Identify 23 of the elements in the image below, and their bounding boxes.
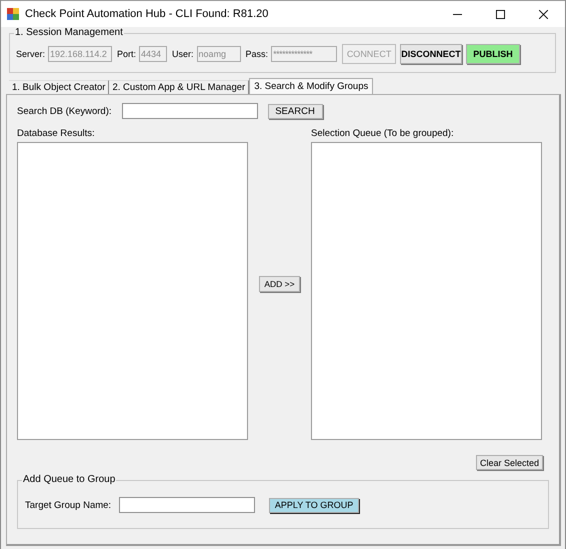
field-label: Server: [16, 49, 46, 59]
list-label: Database Results: [17, 128, 96, 139]
session-button[interactable]: DISCONNECT [400, 44, 462, 64]
search-button[interactable]: SEARCH [268, 104, 323, 118]
group-title: 1. Session Management [14, 27, 124, 38]
group-name-field[interactable] [119, 497, 256, 513]
list-label: Selection Queue (To be grouped): [311, 128, 455, 139]
app-icon [7, 8, 19, 20]
field-label: Port: [117, 49, 136, 59]
maximize-icon[interactable] [496, 10, 505, 18]
group-title: Add Queue to Group [22, 474, 116, 485]
field-label: User: [172, 49, 194, 59]
window-title: Check Point Automation Hub - CLI Found: R81.20 [25, 8, 268, 20]
field-label: Target Group Name: [25, 500, 112, 510]
close-icon[interactable] [539, 10, 548, 18]
clear-selected-button[interactable]: Clear Selected [476, 455, 543, 470]
add-button[interactable]: ADD >> [259, 276, 300, 292]
apply-button[interactable]: APPLY TO GROUP [269, 498, 360, 512]
session-button[interactable]: PUBLISH [466, 44, 520, 64]
field-label: Pass: [246, 49, 268, 59]
tab[interactable]: 3. Search & Modify Groups [249, 78, 374, 94]
search-label: Search DB (Keyword): [17, 106, 112, 116]
search-field[interactable] [122, 103, 258, 119]
